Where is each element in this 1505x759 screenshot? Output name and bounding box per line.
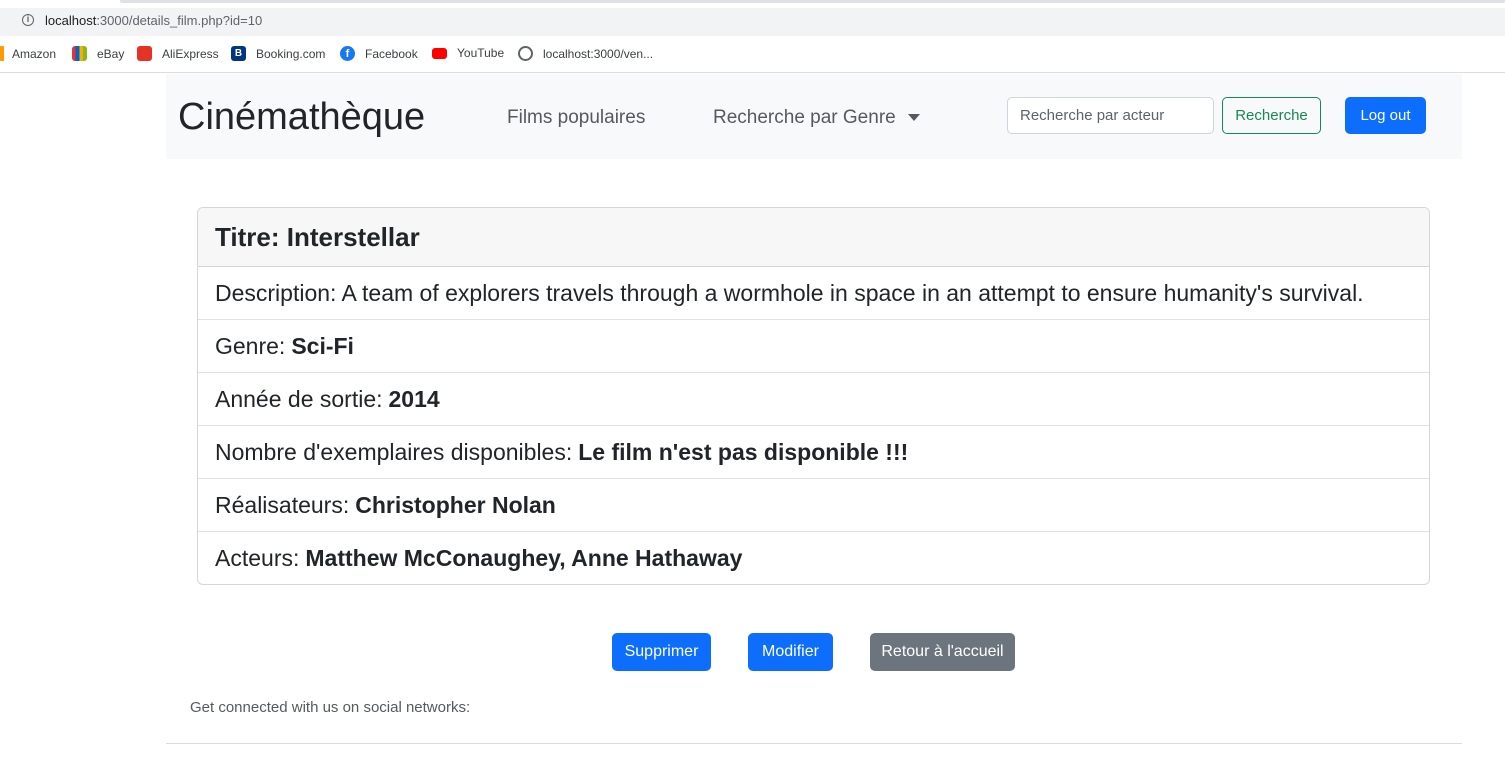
bookmark-amazon[interactable]: Amazon [0,46,56,61]
film-copies: Nombre d'exemplaires disponibles: Le film… [198,426,1429,479]
globe-icon [518,46,533,61]
directors-label: Réalisateurs: [215,491,350,518]
home-button[interactable]: Retour à l'accueil [870,633,1015,671]
caret-down-icon [907,114,920,122]
bookmark-label: YouTube [457,46,505,60]
bookmark-label: localhost:3000/ven... [543,46,654,61]
booking-icon: B [231,46,246,61]
year-value: 2014 [388,385,440,412]
youtube-icon [432,47,447,59]
film-genre: Genre: Sci-Fi [198,320,1429,373]
film-title: Titre: Interstellar [198,208,1429,267]
ebay-icon [72,46,87,61]
directors-value: Christopher Nolan [355,491,556,518]
bookmarks-bar: Amazon eBay AliExpress B Booking.com f F… [0,40,1505,68]
copies-value: Le film n'est pas disponible !!! [578,438,909,465]
navbar: Cinémathèque Films populaires Recherche … [166,74,1462,159]
film-year: Année de sortie: 2014 [198,373,1429,426]
nav-dropdown-genre[interactable]: Recherche par Genre [713,107,920,129]
bookmark-localhost[interactable]: localhost:3000/ven... [518,46,653,61]
bookmark-aliexpress[interactable]: AliExpress [137,46,219,61]
address-bar[interactable]: i localhost:3000/details_film.php?id=10 [0,8,1505,36]
actor-search-input[interactable] [1007,97,1214,134]
genre-value: Sci-Fi [291,332,354,359]
nav-link-popular[interactable]: Films populaires [507,107,645,129]
logout-button[interactable]: Log out [1345,97,1426,134]
film-directors: Réalisateurs: Christopher Nolan [198,479,1429,532]
bookmark-label: eBay [97,46,125,61]
footer-divider [166,743,1462,744]
genre-label: Genre: [215,332,286,359]
brand-logo[interactable]: Cinémathèque [178,96,425,139]
bookmark-youtube[interactable]: YouTube [432,46,504,60]
bookmark-ebay[interactable]: eBay [72,46,124,61]
film-description: Description: A team of explorers travels… [198,267,1429,320]
bookmark-label: Booking.com [256,46,326,61]
edit-button[interactable]: Modifier [748,633,833,671]
film-actors: Acteurs: Matthew McConaughey, Anne Hathaw… [198,532,1429,584]
film-details-card: Titre: Interstellar Description: A team … [197,207,1430,585]
actors-label: Acteurs: [215,545,300,571]
facebook-icon: f [340,46,355,61]
bookmark-booking[interactable]: B Booking.com [231,46,325,61]
bookmark-facebook[interactable]: f Facebook [340,46,418,61]
url-text[interactable]: localhost:3000/details_film.php?id=10 [45,13,262,28]
description-text: Description: A team of explorers travels… [215,279,1364,306]
social-networks-text: Get connected with us on social networks… [190,699,471,716]
bookmark-label: Amazon [12,46,57,61]
bookmark-label: Facebook [365,46,418,61]
delete-button[interactable]: Supprimer [612,633,711,671]
browser-tab-strip [0,0,1505,5]
copies-label: Nombre d'exemplaires disponibles: [215,438,573,465]
amazon-icon [0,46,4,61]
nav-dropdown-label: Recherche par Genre [713,107,896,128]
aliexpress-icon [137,46,152,61]
actors-value: Matthew McConaughey, Anne Hathaway [305,545,743,571]
bookmark-label: AliExpress [162,46,219,61]
search-button[interactable]: Recherche [1222,97,1321,134]
site-info-icon[interactable]: i [22,14,34,26]
year-label: Année de sortie: [215,385,383,412]
chrome-divider [0,72,1505,73]
